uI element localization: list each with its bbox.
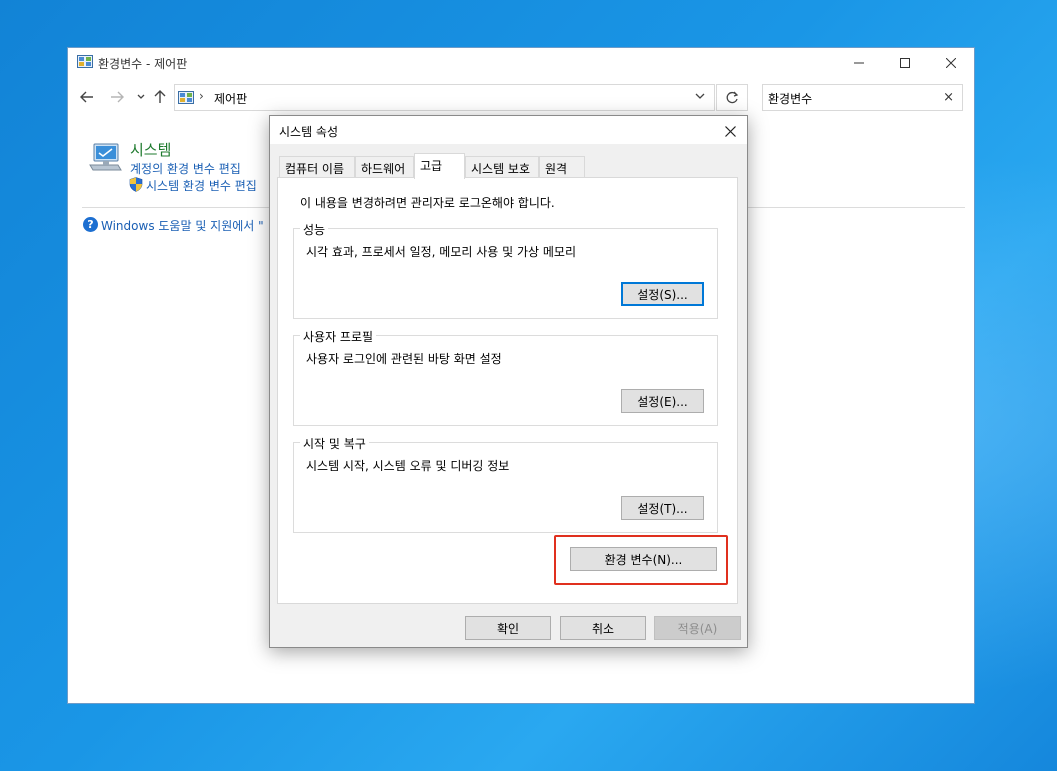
maximize-icon [900,58,910,68]
close-icon [724,125,736,137]
dialog-close-button[interactable] [718,120,742,142]
forward-button[interactable] [108,88,126,106]
performance-group: 성능 시각 효과, 프로세서 일정, 메모리 사용 및 가상 메모리 설정(S)… [293,221,718,319]
apply-button[interactable]: 적용(A) [654,616,741,640]
windows-help-link[interactable]: Windows 도움말 및 지원에서 " [101,217,264,234]
admin-notice: 이 내용을 변경하려면 관리자로 로그온해야 합니다. [300,196,555,210]
recent-locations-button[interactable] [132,88,150,106]
tab-system-protection[interactable]: 시스템 보호 [465,156,539,178]
control-panel-icon [178,91,194,104]
startup-recovery-description: 시스템 시작, 시스템 오류 및 디버깅 정보 [306,459,510,473]
window-titlebar[interactable]: 환경변수 - 제어판 [68,48,974,78]
edit-account-env-link[interactable]: 계정의 환경 변수 편집 [130,160,241,177]
system-heading[interactable]: 시스템 [130,139,171,160]
minimize-button[interactable] [836,48,882,78]
control-panel-icon [77,55,93,68]
tab-remote[interactable]: 원격 [539,156,585,178]
search-input[interactable]: 환경변수 × [762,84,963,111]
performance-group-label: 성능 [300,221,329,238]
edit-system-env-link[interactable]: 시스템 환경 변수 편집 [146,177,257,194]
window-title: 환경변수 - 제어판 [98,57,188,71]
user-profiles-group: 사용자 프로필 사용자 로그인에 관련된 바탕 화면 설정 설정(E)... [293,328,718,426]
user-profiles-group-label: 사용자 프로필 [300,328,377,345]
refresh-icon [726,91,738,104]
startup-recovery-group-label: 시작 및 복구 [300,435,369,452]
navigation-bar: › 제어판 환경변수 × [68,82,974,112]
highlight-annotation [554,535,728,585]
help-icon: ? [83,217,98,232]
ok-button[interactable]: 확인 [465,616,551,640]
back-arrow-icon [80,91,93,103]
computer-system-icon [89,143,122,171]
performance-description: 시각 효과, 프로세서 일정, 메모리 사용 및 가상 메모리 [306,245,576,259]
clear-search-icon[interactable]: × [943,90,954,105]
dialog-title: 시스템 속성 [279,125,339,139]
forward-arrow-icon [111,91,124,103]
performance-settings-button[interactable]: 설정(S)... [621,282,704,306]
chevron-down-icon[interactable] [695,93,705,100]
breadcrumb-separator-icon: › [199,89,204,103]
system-properties-dialog: 시스템 속성 컴퓨터 이름 하드웨어 고급 시스템 보호 원격 이 내용을 변경… [269,115,748,648]
cancel-button[interactable]: 취소 [560,616,646,640]
user-profiles-settings-button[interactable]: 설정(E)... [621,389,704,413]
close-icon [946,58,956,68]
user-profiles-description: 사용자 로그인에 관련된 바탕 화면 설정 [306,352,502,366]
chevron-down-icon [137,94,145,99]
refresh-button[interactable] [716,84,748,111]
up-arrow-icon [154,90,166,103]
startup-recovery-group: 시작 및 복구 시스템 시작, 시스템 오류 및 디버깅 정보 설정(T)... [293,435,718,533]
address-bar[interactable]: › 제어판 [174,84,715,111]
startup-recovery-settings-button[interactable]: 설정(T)... [621,496,704,520]
tab-computer-name[interactable]: 컴퓨터 이름 [279,156,355,178]
dialog-titlebar[interactable]: 시스템 속성 [270,116,747,144]
close-button[interactable] [928,48,974,78]
minimize-icon [854,62,864,64]
search-query: 환경변수 [768,92,813,106]
breadcrumb-control-panel[interactable]: 제어판 [214,90,247,107]
maximize-button[interactable] [882,48,928,78]
up-button[interactable] [151,88,169,106]
tab-advanced[interactable]: 고급 [414,153,465,179]
uac-shield-icon [129,177,143,192]
back-button[interactable] [78,88,96,106]
tab-hardware[interactable]: 하드웨어 [355,156,414,178]
